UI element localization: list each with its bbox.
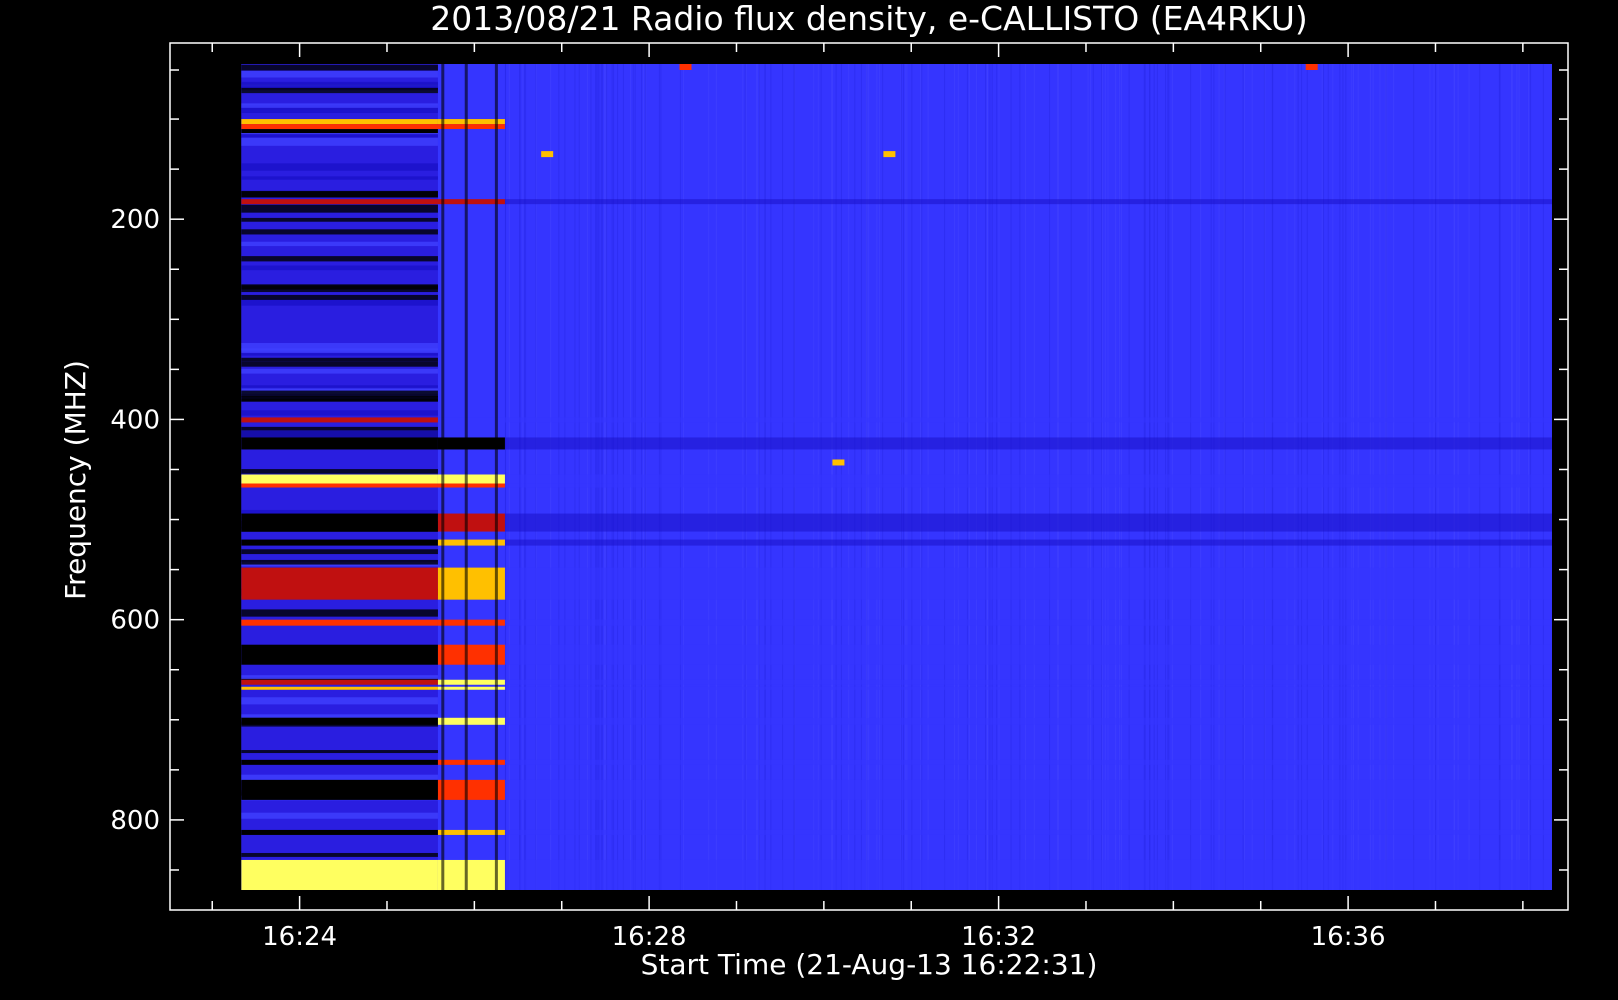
- heatmap-cell: [541, 151, 554, 158]
- heatmap-cell: [241, 750, 438, 754]
- heatmap-cell: [241, 609, 438, 617]
- heatmap-cell: [1305, 64, 1318, 71]
- heatmap-cell: [504, 513, 1552, 532]
- heatmap-cell: [241, 199, 438, 205]
- heatmap-cell: [241, 437, 438, 450]
- heatmap-cell: [504, 483, 1552, 488]
- y-tick-label: 800: [110, 806, 160, 836]
- y-axis-label: Frequency (MHZ): [59, 360, 92, 600]
- heatmap-cell: [241, 644, 438, 665]
- heatmap-cell: [504, 567, 1552, 600]
- heatmap-cell: [504, 717, 1552, 725]
- heatmap-cell: [241, 859, 438, 890]
- heatmap-cell: [241, 549, 438, 555]
- heatmap-cell: [504, 644, 1552, 665]
- heatmap-cell: [504, 779, 1552, 800]
- heatmap-cell: [241, 265, 438, 271]
- heatmap-cell: [504, 679, 1552, 685]
- heatmap-cell: [241, 119, 438, 125]
- heatmap-cell: [241, 241, 438, 247]
- heatmap-layer: [241, 64, 1552, 890]
- heatmap-cell: [241, 385, 438, 389]
- heatmap-cell: [241, 217, 438, 222]
- heatmap-cell: [504, 619, 1552, 626]
- heatmap-cell: [241, 398, 438, 402]
- heatmap-cell: [241, 137, 438, 146]
- y-tick-label: 400: [110, 405, 160, 435]
- x-tick-label: 16:24: [262, 922, 337, 952]
- heatmap-cell: [241, 368, 438, 374]
- heatmap-cell: [241, 87, 438, 94]
- heatmap-cell: [241, 285, 438, 290]
- heatmap-cell: [241, 539, 438, 546]
- heatmap-cell: [241, 474, 438, 484]
- heatmap-cell: [241, 70, 438, 78]
- heatmap-cell: [504, 829, 1552, 835]
- heatmap-cell: [241, 357, 438, 362]
- heatmap-cell: [241, 124, 438, 130]
- y-tick-label: 600: [110, 606, 160, 636]
- heatmap-cell: [241, 64, 438, 71]
- heatmap-cell: [241, 697, 438, 705]
- heatmap-cell: [241, 256, 438, 262]
- heatmap-cell: [241, 103, 438, 108]
- heatmap-cell: [241, 852, 438, 857]
- heatmap-cell: [241, 361, 438, 367]
- heatmap-cell: [241, 294, 438, 300]
- heatmap-cell: [241, 410, 438, 416]
- heatmap-cell: [241, 679, 438, 685]
- heatmap-cell: [241, 686, 438, 690]
- heatmap-cell: [241, 353, 438, 356]
- heatmap-cell: [241, 348, 438, 353]
- heatmap-cell: [241, 129, 438, 134]
- heatmap-cell: [441, 64, 445, 890]
- heatmap-cell: [241, 567, 438, 600]
- spectrogram-chart: 2013/08/21 Radio flux density, e-CALLIST…: [0, 0, 1618, 1000]
- y-tick-label: 200: [110, 205, 160, 235]
- heatmap-cell: [241, 229, 438, 235]
- heatmap-cell: [241, 176, 438, 180]
- heatmap-cell: [504, 199, 1552, 205]
- heatmap-cell: [504, 539, 1552, 546]
- heatmap-cell: [504, 686, 1552, 690]
- heatmap-cell: [241, 812, 438, 819]
- heatmap-cell: [241, 204, 438, 213]
- heatmap-cell: [241, 619, 438, 626]
- heatmap-cell: [832, 459, 845, 466]
- heatmap-cell: [241, 779, 438, 800]
- x-axis-label: Start Time (21-Aug-13 16:22:31): [641, 948, 1098, 981]
- heatmap-cell: [241, 559, 438, 565]
- heatmap-cell: [504, 759, 1552, 765]
- heatmap-cell: [504, 437, 1552, 450]
- heatmap-cell: [241, 134, 438, 138]
- heatmap-cell: [241, 430, 438, 439]
- heatmap-cell: [504, 859, 1552, 890]
- heatmap-cell: [504, 417, 1552, 423]
- heatmap-cell: [504, 474, 1552, 484]
- heatmap-cell: [241, 191, 438, 198]
- heatmap-cell: [241, 829, 438, 835]
- heatmap-cell: [883, 151, 896, 158]
- heatmap-cell: [241, 759, 438, 765]
- heatmap-cell: [241, 717, 438, 725]
- heatmap-cell: [679, 64, 692, 71]
- heatmap-cell: [241, 513, 438, 532]
- heatmap-cell: [241, 298, 438, 306]
- heatmap-cell: [241, 417, 438, 423]
- heatmap-cell: [241, 675, 438, 680]
- chart-title: 2013/08/21 Radio flux density, e-CALLIST…: [430, 0, 1308, 38]
- heatmap-cell: [241, 483, 438, 488]
- heatmap-cell: [241, 426, 438, 431]
- x-tick-label: 16:36: [1311, 922, 1386, 952]
- heatmap-cell: [494, 64, 498, 890]
- heatmap-cell: [464, 64, 468, 890]
- heatmap-cell: [241, 163, 438, 171]
